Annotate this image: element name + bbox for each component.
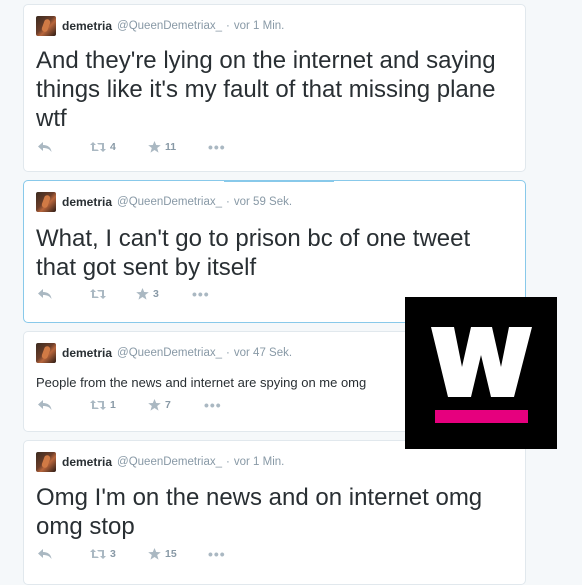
tweet-header: demetria @QueenDemetriax_ · vor 1 Min. (36, 452, 284, 472)
reply-button[interactable] (38, 289, 52, 299)
more-options-button[interactable]: ••• (208, 547, 226, 561)
retweet-button[interactable]: 4 (90, 141, 116, 153)
tweet-text: Omg I'm on the news and on internet omg … (36, 484, 483, 540)
reply-icon (38, 549, 52, 559)
favorite-button[interactable]: 11 (148, 141, 176, 153)
reply-button[interactable] (38, 400, 52, 410)
retweet-icon (90, 549, 106, 559)
tweet-text: What, I can't go to prison bc of one twe… (36, 225, 471, 281)
tweet-header: demetria @QueenDemetriax_ · vor 47 Sek. (36, 343, 292, 363)
avatar[interactable] (36, 343, 56, 363)
tweet-timestamp[interactable]: vor 47 Sek. (234, 347, 292, 359)
avatar[interactable] (36, 452, 56, 472)
author-name[interactable]: demetria (62, 19, 112, 33)
favorite-count: 15 (165, 548, 177, 560)
tweet-card[interactable]: demetria @QueenDemetriax_ · vor 1 Min. O… (23, 440, 526, 585)
avatar[interactable] (36, 192, 56, 212)
avatar[interactable] (36, 16, 56, 36)
favorite-count: 11 (165, 141, 177, 153)
more-options-button[interactable]: ••• (204, 398, 222, 412)
favorite-button[interactable]: 3 (136, 288, 159, 300)
retweet-count: 4 (110, 141, 116, 153)
tweet-card[interactable]: demetria @QueenDemetriax_ · vor 1 Min. A… (23, 4, 526, 172)
tweet-text: And they're lying on the internet and sa… (36, 47, 496, 132)
author-name[interactable]: demetria (62, 455, 112, 469)
tweet-timestamp[interactable]: vor 1 Min. (234, 20, 285, 32)
tweet-header: demetria @QueenDemetriax_ · vor 1 Min. (36, 16, 284, 36)
reply-button[interactable] (38, 142, 52, 152)
author-name[interactable]: demetria (62, 195, 112, 209)
tweet-timestamp[interactable]: vor 1 Min. (234, 456, 285, 468)
logo-accent-bar (435, 410, 528, 423)
retweet-icon (90, 142, 106, 152)
favorite-button[interactable]: 7 (148, 399, 171, 411)
author-name[interactable]: demetria (62, 346, 112, 360)
tweet-header: demetria @QueenDemetriax_ · vor 59 Sek. (36, 192, 292, 212)
retweet-icon (90, 400, 106, 410)
more-options-button[interactable]: ••• (208, 140, 226, 154)
reply-button[interactable] (38, 549, 52, 559)
more-options-button[interactable]: ••• (192, 287, 210, 301)
retweet-button[interactable]: 3 (90, 548, 116, 560)
favorite-count: 7 (165, 399, 171, 411)
author-handle[interactable]: @QueenDemetriax_ (117, 456, 222, 468)
retweet-icon (90, 289, 106, 299)
author-handle[interactable]: @QueenDemetriax_ (117, 347, 222, 359)
favorite-button[interactable]: 15 (148, 548, 177, 560)
reply-icon (38, 289, 52, 299)
author-handle[interactable]: @QueenDemetriax_ (117, 196, 222, 208)
star-icon (148, 548, 161, 560)
retweet-count: 3 (110, 548, 116, 560)
separator-dot: · (226, 347, 230, 359)
favorite-count: 3 (153, 288, 159, 300)
separator-dot: · (226, 196, 230, 208)
reply-icon (38, 400, 52, 410)
separator-dot: · (226, 20, 230, 32)
star-icon (136, 288, 149, 300)
retweet-count: 1 (110, 399, 116, 411)
author-handle[interactable]: @QueenDemetriax_ (117, 20, 222, 32)
star-icon (148, 141, 161, 153)
retweet-button[interactable]: 1 (90, 399, 116, 411)
separator-dot: · (226, 456, 230, 468)
tweet-timestamp[interactable]: vor 59 Sek. (234, 196, 292, 208)
logo-w-mark (431, 327, 532, 397)
watson-logo (405, 297, 557, 449)
retweet-button[interactable] (90, 289, 110, 299)
reply-icon (38, 142, 52, 152)
star-icon (148, 399, 161, 411)
